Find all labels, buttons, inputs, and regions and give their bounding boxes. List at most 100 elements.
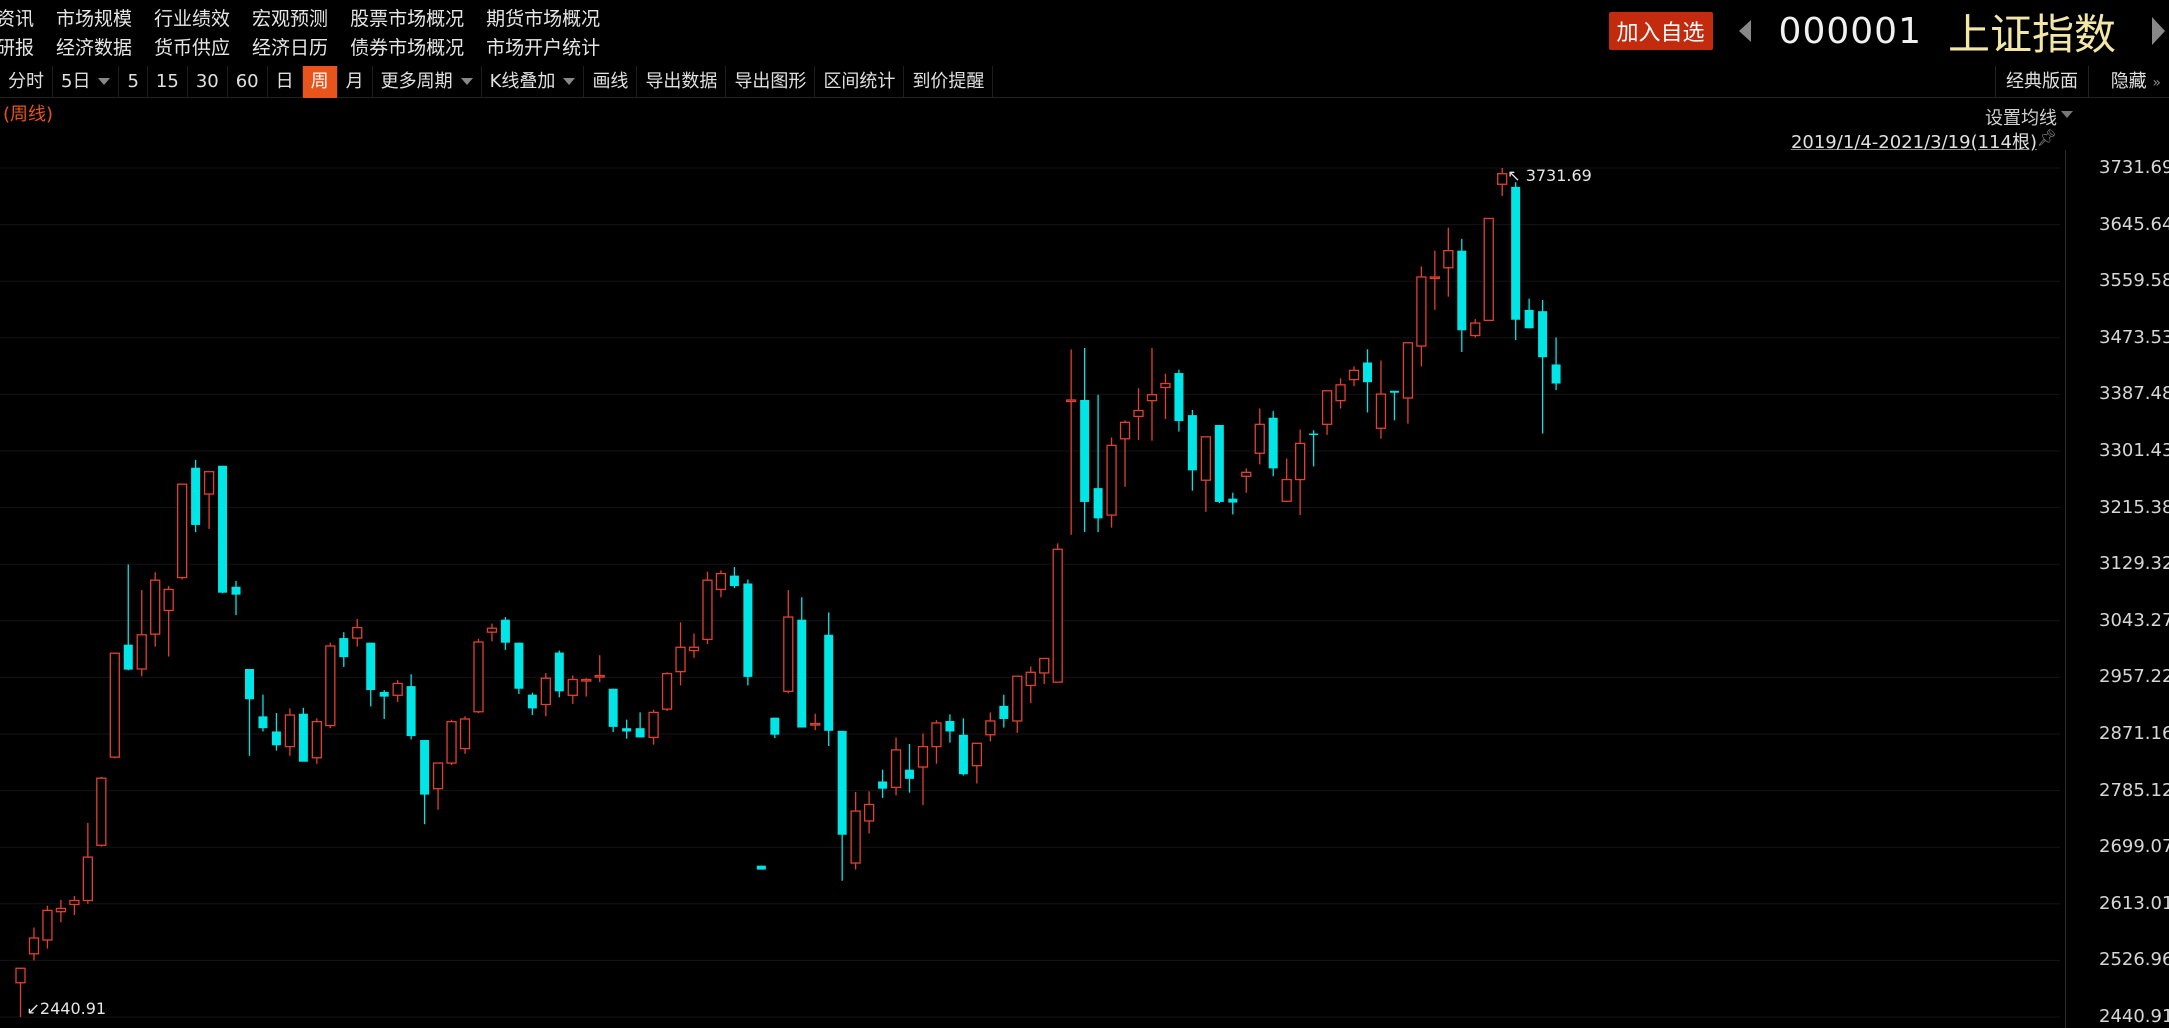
period-tab-label: 更多周期 bbox=[380, 70, 453, 92]
classic-layout-button[interactable]: 经典版面 bbox=[1995, 66, 2089, 98]
menu-item[interactable]: 股票市场概况 bbox=[350, 4, 464, 31]
period-tab-label: 导出图形 bbox=[734, 70, 807, 92]
candle-body bbox=[392, 682, 403, 696]
candle-body bbox=[905, 769, 915, 779]
candle-body bbox=[325, 645, 336, 727]
period-tab-label: 5日 bbox=[61, 70, 91, 92]
chevron-down-icon[interactable] bbox=[98, 78, 111, 85]
candle bbox=[702, 571, 713, 645]
candle-body bbox=[1483, 217, 1494, 322]
candle-body bbox=[514, 642, 524, 689]
candle-body bbox=[594, 674, 605, 678]
candle bbox=[783, 590, 794, 694]
candle bbox=[1538, 300, 1548, 434]
y-tick-label: 2957.22 bbox=[2099, 666, 2169, 688]
candle bbox=[527, 692, 537, 716]
candle-body bbox=[756, 865, 766, 870]
period-tab[interactable]: 更多周期 bbox=[373, 65, 482, 98]
high-price-label: ↖ 3731.69 bbox=[1507, 166, 1592, 185]
candle-body bbox=[1511, 186, 1521, 320]
menu-item[interactable]: 经济日历 bbox=[252, 33, 328, 60]
candle-body bbox=[258, 716, 268, 729]
chevron-down-icon[interactable] bbox=[460, 78, 473, 85]
candle-body bbox=[648, 711, 659, 739]
y-tick-label: 2440.91 bbox=[2099, 1006, 2169, 1027]
menu-item[interactable]: 研报 bbox=[0, 33, 34, 60]
candle bbox=[1241, 468, 1252, 493]
candle bbox=[406, 674, 416, 740]
candle bbox=[109, 652, 120, 759]
candle-body bbox=[1133, 409, 1144, 418]
period-tab[interactable]: 30 bbox=[188, 65, 228, 98]
candle-body bbox=[917, 745, 929, 768]
candle bbox=[931, 720, 942, 764]
candle-body bbox=[567, 678, 578, 696]
candle bbox=[123, 564, 133, 671]
period-tab[interactable]: 月 bbox=[338, 65, 373, 98]
menu-item[interactable]: 行业绩效 bbox=[154, 4, 230, 31]
candle bbox=[567, 675, 578, 704]
previous-stock-arrow-icon[interactable] bbox=[1738, 20, 1751, 42]
menu-item[interactable]: 期货市场概况 bbox=[486, 4, 600, 31]
candle-body bbox=[702, 579, 713, 641]
chevron-down-icon[interactable] bbox=[563, 78, 576, 85]
candle bbox=[675, 622, 686, 686]
menu-item[interactable]: 债券市场概况 bbox=[350, 33, 464, 60]
ma-setting-button[interactable]: 设置均线 bbox=[1985, 104, 2057, 130]
candle-body bbox=[123, 644, 133, 670]
menu-item[interactable]: 市场规模 bbox=[56, 4, 132, 31]
candle bbox=[715, 570, 727, 598]
menu-item[interactable]: 宏观预测 bbox=[252, 4, 328, 31]
y-tick-label: 2785.12 bbox=[2099, 779, 2169, 801]
candle bbox=[82, 822, 93, 904]
period-tab[interactable]: 60 bbox=[228, 65, 268, 98]
candle bbox=[1066, 349, 1077, 535]
candle bbox=[176, 483, 188, 580]
candle-body bbox=[486, 627, 498, 633]
candle bbox=[1457, 238, 1467, 352]
candle-body bbox=[163, 588, 174, 612]
period-tab[interactable]: 5 bbox=[119, 65, 148, 98]
candle-body bbox=[420, 740, 430, 795]
y-tick-label: 3645.64 bbox=[2099, 213, 2169, 235]
candle bbox=[28, 927, 40, 961]
next-stock-arrow-icon[interactable] bbox=[2152, 17, 2165, 45]
candle-body bbox=[1106, 444, 1117, 516]
period-tab-label: 导出数据 bbox=[645, 70, 718, 92]
menu-item[interactable]: 资讯 bbox=[0, 4, 34, 31]
candle bbox=[392, 680, 403, 702]
candle bbox=[837, 730, 847, 881]
candle bbox=[486, 623, 498, 642]
period-tab-label: 分时 bbox=[8, 70, 44, 92]
period-tab[interactable]: 日 bbox=[268, 65, 303, 98]
period-tab[interactable]: 分时 bbox=[0, 65, 53, 98]
hide-button[interactable]: 隐藏 » bbox=[2111, 66, 2161, 98]
period-tab[interactable]: 到价提醒 bbox=[904, 65, 994, 98]
chevron-down-icon[interactable] bbox=[2061, 111, 2073, 118]
menu-item[interactable]: 货币供应 bbox=[154, 33, 230, 60]
menu-item[interactable]: 市场开户统计 bbox=[486, 33, 600, 60]
add-to-watchlist-button[interactable]: 加入自选 bbox=[1608, 12, 1713, 50]
period-tab[interactable]: K线叠加 bbox=[482, 65, 585, 98]
period-tab[interactable]: 画线 bbox=[584, 65, 638, 98]
menu-item[interactable]: 经济数据 bbox=[56, 33, 132, 60]
period-tab-label: 15 bbox=[155, 70, 179, 92]
candle bbox=[69, 895, 80, 915]
candle-body bbox=[1039, 657, 1050, 674]
period-tab[interactable]: 5日 bbox=[53, 65, 120, 98]
period-tab[interactable]: 15 bbox=[148, 65, 188, 98]
candle bbox=[743, 579, 753, 686]
candle-body bbox=[284, 714, 296, 748]
double-chevron-right-icon: » bbox=[2152, 75, 2161, 91]
candle-body bbox=[797, 619, 807, 728]
candle-body bbox=[824, 634, 834, 731]
period-tab[interactable]: 导出数据 bbox=[637, 65, 727, 98]
period-tab[interactable]: 导出图形 bbox=[726, 65, 816, 98]
candle bbox=[55, 899, 67, 923]
period-tab[interactable]: 区间统计 bbox=[815, 65, 905, 98]
period-tab-label: 区间统计 bbox=[823, 70, 896, 92]
candle bbox=[1470, 319, 1481, 338]
candle bbox=[1295, 429, 1306, 516]
period-tab[interactable]: 周 bbox=[302, 65, 338, 98]
y-tick-label: 3043.27 bbox=[2099, 609, 2169, 631]
